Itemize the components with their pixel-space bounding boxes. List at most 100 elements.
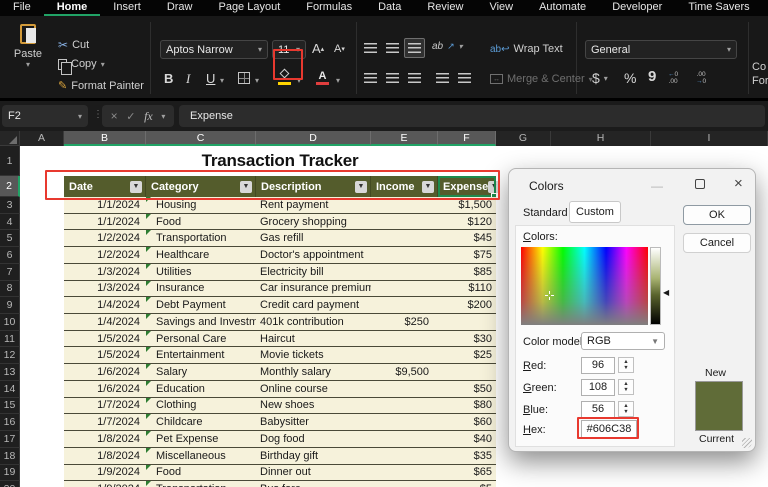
cell-description[interactable]: Gas refill [256, 230, 371, 246]
cell-date[interactable]: 1/5/2024 [64, 331, 146, 347]
maximize-icon[interactable] [695, 179, 705, 189]
select-all-button[interactable] [0, 131, 20, 146]
cell-date[interactable]: 1/4/2024 [64, 297, 146, 313]
borders-button[interactable] [238, 72, 250, 84]
row-header-7[interactable]: 7 [0, 263, 20, 281]
column-header-C[interactable]: C [146, 131, 256, 146]
row-header-5[interactable]: 5 [0, 230, 20, 248]
cell-income[interactable] [371, 398, 438, 414]
cell-date[interactable]: 1/2/2024 [64, 230, 146, 246]
cell-date[interactable]: 1/8/2024 [64, 431, 146, 447]
cell-date[interactable]: 1/3/2024 [64, 264, 146, 280]
cell-description[interactable]: Grocery shopping [256, 214, 371, 230]
row-header-10[interactable]: 10 [0, 314, 20, 331]
cell-expense[interactable]: $50 [438, 381, 496, 397]
cell-income[interactable]: $9,500 [371, 364, 438, 380]
column-header-D[interactable]: D [256, 131, 371, 146]
ribbon-tab-view[interactable]: View [476, 0, 526, 16]
cell-income[interactable] [371, 214, 438, 230]
cell-category[interactable]: Miscellaneous [146, 447, 256, 464]
cell-category[interactable]: Utilities [146, 263, 256, 280]
tab-standard[interactable]: Standard [523, 207, 568, 219]
cell-category[interactable]: Personal Care [146, 330, 256, 347]
ribbon-tab-developer[interactable]: Developer [599, 0, 675, 16]
copy-button[interactable]: Copy ▾ [58, 58, 105, 75]
cell-category[interactable]: Salary [146, 364, 256, 380]
ribbon-tab-insert[interactable]: Insert [100, 0, 154, 16]
cell-description[interactable]: Babysitter [256, 414, 371, 430]
cell-category[interactable]: Transportation [146, 230, 256, 246]
conditional-formatting-button-truncated[interactable]: Co For [752, 60, 768, 88]
cell-date[interactable]: 1/5/2024 [64, 347, 146, 363]
cell-expense[interactable]: $75 [438, 247, 496, 263]
align-top-button[interactable] [364, 43, 377, 53]
cell-date[interactable]: 1/3/2024 [64, 281, 146, 297]
decrease-font-size-button[interactable]: A ▾ [334, 43, 345, 55]
cell-description[interactable]: Credit card payment [256, 297, 371, 313]
spin-down-icon[interactable]: ▼ [623, 387, 628, 393]
cell-category[interactable]: Pet Expense [146, 431, 256, 447]
font-color-button[interactable]: A [316, 70, 329, 85]
increase-indent-button[interactable] [458, 73, 471, 83]
cell-date[interactable]: 1/1/2024 [64, 214, 146, 230]
cell-category[interactable]: Transportation [146, 481, 256, 487]
cell-date[interactable]: 1/6/2024 [64, 381, 146, 397]
cell-category[interactable]: Healthcare [146, 247, 256, 263]
cell-expense[interactable]: $35 [438, 448, 496, 464]
cell-income[interactable]: $250 [371, 314, 438, 330]
cell-expense[interactable]: $80 [438, 398, 496, 414]
cell-income[interactable] [371, 431, 438, 447]
cell-category[interactable]: Debt Payment [146, 297, 256, 313]
cancel-button[interactable]: Cancel [683, 233, 751, 253]
decrease-indent-button[interactable] [436, 73, 449, 83]
color-model-dropdown[interactable]: RGB ▼ [581, 332, 665, 350]
cell-expense[interactable]: $110 [438, 281, 496, 297]
row-header-2[interactable]: 2 [0, 176, 20, 197]
ribbon-tab-file[interactable]: File [0, 0, 44, 16]
cell-income[interactable] [371, 481, 438, 487]
orientation-button[interactable]: ab ↗ ▾ [432, 41, 463, 52]
cell-income[interactable] [371, 381, 438, 397]
row-header-16[interactable]: 16 [0, 414, 20, 432]
row-header-6[interactable]: 6 [0, 247, 20, 264]
font-name-combo[interactable]: Aptos Narrow ▾ [160, 40, 268, 59]
name-box[interactable]: F2 ▾ [2, 105, 88, 127]
ribbon-tab-home[interactable]: Home [43, 0, 101, 16]
cell-expense[interactable] [438, 314, 496, 330]
close-icon[interactable]: × [734, 175, 743, 192]
ribbon-tab-data[interactable]: Data [365, 0, 414, 16]
cell-expense[interactable] [438, 364, 496, 380]
increase-font-size-button[interactable]: A ▴ [312, 41, 324, 56]
cell-income[interactable] [371, 414, 438, 430]
cell-date[interactable]: 1/8/2024 [64, 448, 146, 464]
resize-grip[interactable] [742, 438, 752, 448]
align-center-button[interactable] [386, 73, 399, 83]
row-header-15[interactable]: 15 [0, 397, 20, 415]
insert-function-icon[interactable]: fx [144, 109, 153, 124]
align-left-button[interactable] [364, 73, 377, 83]
column-header-F[interactable]: F [438, 131, 496, 146]
wrap-text-button[interactable]: ab↩ Wrap Text [490, 43, 563, 55]
cell-category[interactable]: Insurance [146, 280, 256, 297]
cell-description[interactable]: Dog food [256, 431, 371, 447]
comma-format-button[interactable]: 9 [648, 68, 656, 85]
cell-description[interactable]: Birthday gift [256, 448, 371, 464]
cell-expense[interactable]: $85 [438, 264, 496, 280]
cell-description[interactable]: Monthly salary [256, 364, 371, 380]
row-header-20[interactable]: 20 [0, 481, 20, 487]
cell-description[interactable]: Car insurance premium [256, 281, 371, 297]
cut-button[interactable]: ✂ Cut [58, 38, 89, 52]
row-header-1[interactable]: 1 [0, 146, 20, 176]
cell-description[interactable]: New shoes [256, 398, 371, 414]
column-header-G[interactable]: G [496, 131, 551, 146]
column-header-H[interactable]: H [551, 131, 651, 146]
align-right-button[interactable] [408, 73, 421, 83]
cell-category[interactable]: Clothing [146, 397, 256, 414]
blue-input[interactable]: 56 [581, 401, 615, 418]
currency-format-button[interactable]: $ ▾ [592, 70, 608, 86]
red-input[interactable]: 96 [581, 357, 615, 374]
red-spinner[interactable]: ▲ ▼ [618, 357, 634, 373]
ribbon-tab-page-layout[interactable]: Page Layout [205, 0, 293, 16]
number-format-combo[interactable]: General ▾ [585, 40, 737, 59]
ribbon-tab-time-savers[interactable]: Time Savers [675, 0, 762, 16]
